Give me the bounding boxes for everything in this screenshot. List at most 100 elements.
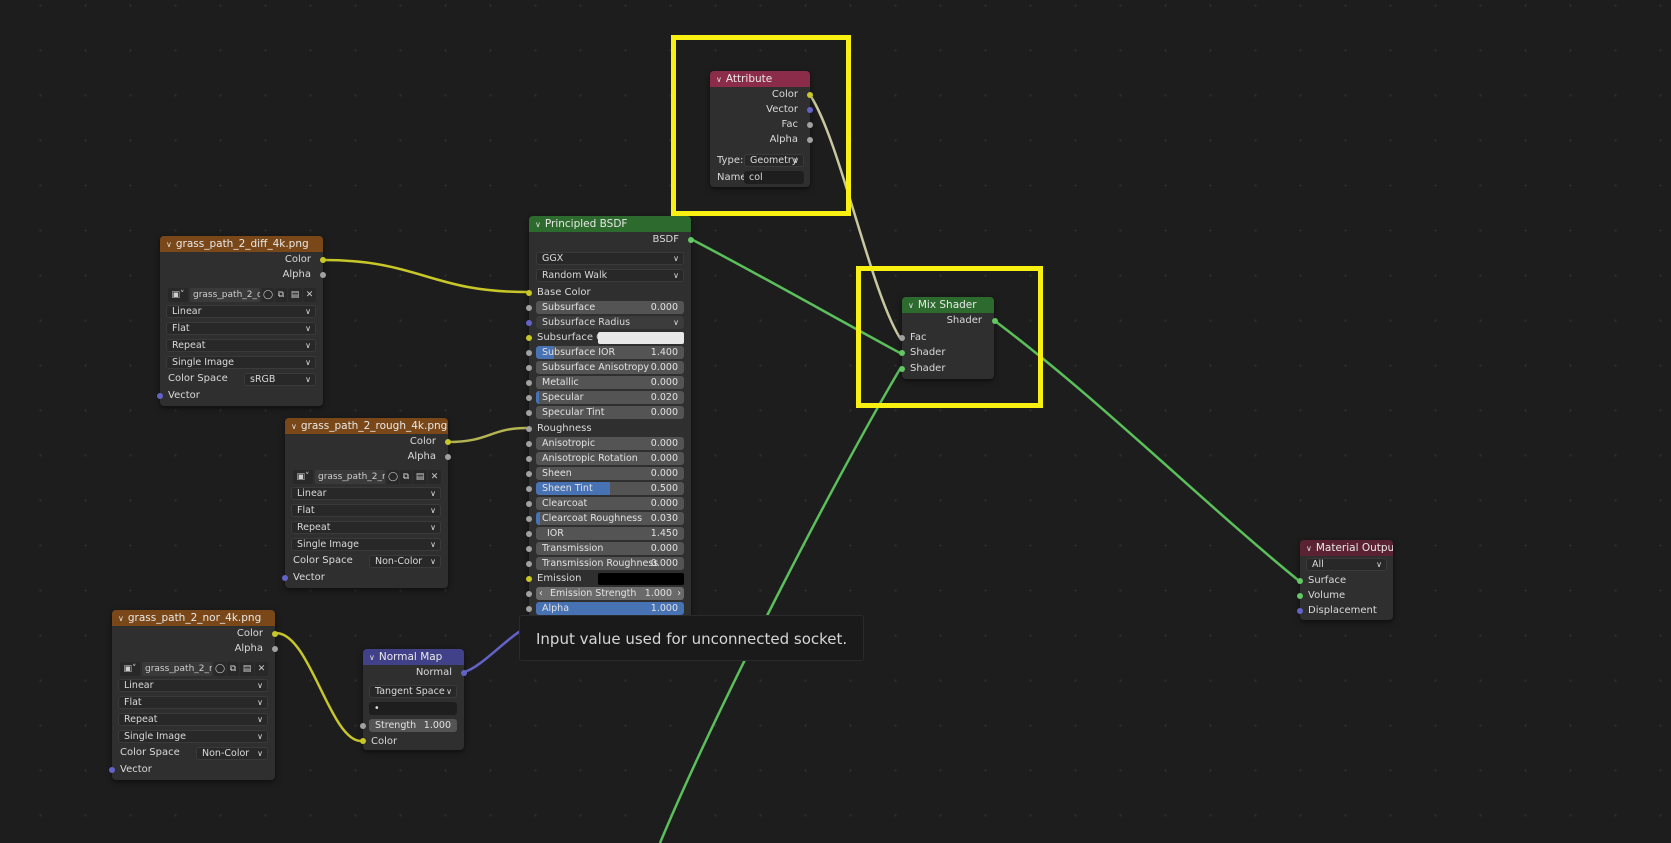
node-header[interactable]: ∨ Normal Map: [363, 649, 464, 665]
emission-strength-field[interactable]: ‹ Emission Strength 1.000 ›: [536, 587, 684, 600]
anisotropic-slider[interactable]: Anisotropic 0.000: [536, 437, 684, 450]
subsurface-ior-slider[interactable]: Subsurface IOR 1.400: [536, 346, 684, 359]
space-dropdown[interactable]: Tangent Space ∨: [369, 685, 457, 698]
image-texture-node-rough[interactable]: ∨ grass_path_2_rough_4k.png Color Alpha ▣…: [282, 418, 451, 588]
specular-slider[interactable]: Specular 0.020: [536, 391, 684, 404]
sheen-slider[interactable]: Sheen 0.000: [536, 467, 684, 480]
projection-dropdown[interactable]: Flat ∨: [291, 504, 441, 517]
socket-ior-in[interactable]: [526, 531, 532, 537]
socket-base-color-in[interactable]: [526, 290, 532, 296]
ior-field[interactable]: IOR 1.450: [536, 527, 684, 540]
socket-alpha-out[interactable]: [272, 646, 278, 652]
socket-roughness-in[interactable]: [526, 426, 532, 432]
duplicate-image-icon[interactable]: ⧉: [400, 470, 412, 484]
distribution-dropdown[interactable]: GGX ∨: [536, 252, 684, 265]
node-header[interactable]: ∨ Principled BSDF: [529, 216, 691, 232]
socket-clearcoat-roughness-in[interactable]: [526, 516, 532, 522]
socket-vector-in[interactable]: [282, 575, 288, 581]
node-header[interactable]: ∨ grass_path_2_nor_4k.png: [112, 610, 275, 626]
image-name-field[interactable]: grass_path_2_di...: [190, 288, 260, 302]
image-browse-icon[interactable]: ▣˅: [293, 470, 313, 484]
target-dropdown[interactable]: All ∨: [1306, 558, 1387, 571]
image-texture-node-nor[interactable]: ∨ grass_path_2_nor_4k.png Color Alpha ▣˅ …: [109, 610, 278, 780]
socket-transmission-in[interactable]: [526, 546, 532, 552]
source-dropdown[interactable]: Single Image ∨: [166, 356, 316, 369]
subsurface-anisotropy-slider[interactable]: Subsurface Anisotropy 0.000: [536, 361, 684, 374]
socket-anisotropic-rotation-in[interactable]: [526, 456, 532, 462]
socket-subsurface-ior-in[interactable]: [526, 350, 532, 356]
close-icon[interactable]: ✕: [255, 662, 268, 676]
chevron-down-icon[interactable]: ∨: [535, 220, 541, 229]
extension-dropdown[interactable]: Repeat ∨: [291, 521, 441, 534]
socket-alpha-out[interactable]: [445, 454, 451, 460]
image-selector[interactable]: ▣˅ grass_path_2_di... ◯ ⧉ ▤ ✕: [168, 288, 316, 302]
socket-color-out[interactable]: [320, 257, 326, 263]
chevron-down-icon[interactable]: ∨: [291, 422, 297, 431]
color-space-dropdown[interactable]: Non-Color ∨: [196, 747, 268, 760]
socket-anisotropic-in[interactable]: [526, 441, 532, 447]
image-browse-icon[interactable]: ▣˅: [168, 288, 188, 302]
image-selector[interactable]: ▣˅ grass_path_2_ro... ◯ ⧉ ▤ ✕: [293, 470, 441, 484]
decrement-arrow-icon[interactable]: ‹: [539, 587, 543, 600]
socket-color-out[interactable]: [272, 631, 278, 637]
duplicate-image-icon[interactable]: ⧉: [227, 662, 239, 676]
socket-subsurface-anisotropy-in[interactable]: [526, 365, 532, 371]
node-header[interactable]: ∨ grass_path_2_diff_4k.png: [160, 236, 323, 252]
socket-subsurface-in[interactable]: [526, 305, 532, 311]
socket-bsdf-out[interactable]: [688, 237, 694, 243]
socket-alpha-out[interactable]: [320, 272, 326, 278]
open-folder-icon[interactable]: ▤: [288, 288, 302, 302]
socket-volume-in[interactable]: [1297, 593, 1303, 599]
socket-displacement-in[interactable]: [1297, 608, 1303, 614]
specular-tint-slider[interactable]: Specular Tint 0.000: [536, 406, 684, 419]
socket-strength-in[interactable]: [360, 723, 366, 729]
transmission-slider[interactable]: Transmission 0.000: [536, 542, 684, 555]
socket-normal-out[interactable]: [461, 670, 467, 676]
projection-dropdown[interactable]: Flat ∨: [166, 322, 316, 335]
fake-user-shield-icon[interactable]: ◯: [387, 470, 399, 484]
socket-alpha-in[interactable]: [526, 606, 532, 612]
material-output-node[interactable]: ∨ Material Output All ∨ Surface Volume Dis…: [1297, 540, 1393, 620]
socket-vector-in[interactable]: [109, 767, 115, 773]
uv-map-field[interactable]: •: [369, 702, 457, 715]
source-dropdown[interactable]: Single Image ∨: [291, 538, 441, 551]
color-space-dropdown[interactable]: Non-Color ∨: [369, 555, 441, 568]
metallic-slider[interactable]: Metallic 0.000: [536, 376, 684, 389]
close-icon[interactable]: ✕: [303, 288, 316, 302]
clearcoat-roughness-slider[interactable]: Clearcoat Roughness 0.030: [536, 512, 684, 525]
anisotropic-rotation-slider[interactable]: Anisotropic Rotation 0.000: [536, 452, 684, 465]
socket-clearcoat-in[interactable]: [526, 501, 532, 507]
subsurface-color-swatch[interactable]: [598, 332, 684, 344]
node-header[interactable]: ∨ Material Output: [1300, 540, 1393, 556]
interpolation-dropdown[interactable]: Linear ∨: [118, 679, 268, 692]
open-folder-icon[interactable]: ▤: [240, 662, 254, 676]
subsurface-method-dropdown[interactable]: Random Walk ∨: [536, 269, 684, 282]
chevron-down-icon[interactable]: ∨: [369, 653, 375, 662]
fake-user-shield-icon[interactable]: ◯: [214, 662, 226, 676]
increment-arrow-icon[interactable]: ›: [677, 587, 681, 600]
socket-sheen-tint-in[interactable]: [526, 486, 532, 492]
socket-specular-tint-in[interactable]: [526, 410, 532, 416]
image-texture-node-diff[interactable]: ∨ grass_path_2_diff_4k.png Color Alpha ▣˅…: [157, 236, 326, 406]
extension-dropdown[interactable]: Repeat ∨: [118, 713, 268, 726]
socket-emission-strength-in[interactable]: [526, 591, 532, 597]
interpolation-dropdown[interactable]: Linear ∨: [291, 487, 441, 500]
extension-dropdown[interactable]: Repeat ∨: [166, 339, 316, 352]
normal-map-node[interactable]: ∨ Normal Map Normal Tangent Space ∨ • Stre…: [360, 649, 467, 750]
node-header[interactable]: ∨ grass_path_2_rough_4k.png: [285, 418, 448, 434]
subsurface-radius-dropdown[interactable]: Subsurface Radius ∨: [536, 316, 684, 329]
socket-subsurface-color-in[interactable]: [526, 335, 532, 341]
alpha-slider[interactable]: Alpha 1.000: [536, 602, 684, 615]
chevron-down-icon[interactable]: ∨: [118, 614, 124, 623]
strength-slider[interactable]: Strength 1.000: [369, 719, 457, 732]
emission-color-swatch[interactable]: [598, 573, 684, 585]
socket-subsurface-radius-in[interactable]: [526, 320, 532, 326]
socket-color-out[interactable]: [445, 439, 451, 445]
color-space-dropdown[interactable]: sRGB ∨: [244, 373, 316, 386]
fake-user-shield-icon[interactable]: ◯: [262, 288, 274, 302]
duplicate-image-icon[interactable]: ⧉: [275, 288, 287, 302]
source-dropdown[interactable]: Single Image ∨: [118, 730, 268, 743]
socket-sheen-in[interactable]: [526, 471, 532, 477]
projection-dropdown[interactable]: Flat ∨: [118, 696, 268, 709]
subsurface-slider[interactable]: Subsurface 0.000: [536, 301, 684, 314]
